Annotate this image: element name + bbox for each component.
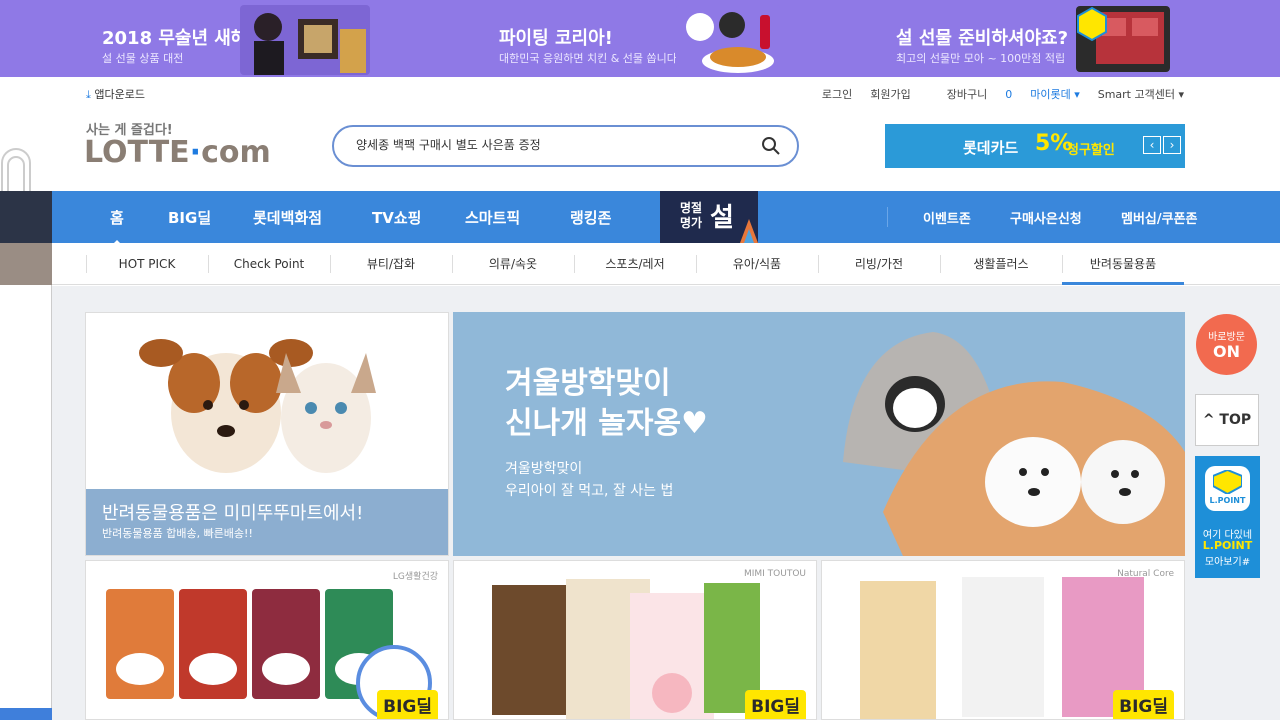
lpoint-name: L.POINT [1209,496,1246,505]
visit-on-label: 바로방문 [1208,332,1245,343]
pets-caption: 반려동물용품은 미미뚜뚜마트에서! 반려동물용품 합배송, 빠른배송!! [86,489,448,555]
prev-arrow-icon[interactable]: ‹ [1143,136,1161,154]
product-tile-mimi[interactable]: MIMI TOUTOU BIG딜 [453,560,817,720]
promo-item-newyear[interactable]: 2018 무술년 새해 설 선물 상품 대전 [0,0,420,77]
subnav-check-point[interactable]: Check Point [208,243,330,285]
promo-gift-image [240,5,370,75]
subnav-baby-food[interactable]: 유아/식품 [696,243,818,285]
app-download-label: 앱다운로드 [94,88,145,101]
lpoint-widget[interactable]: L.POINT 여기 다있네 L.POINT 모아보기# [1195,456,1260,578]
next-arrow-icon[interactable]: › [1163,136,1181,154]
app-download-link[interactable]: ⤓ 앱다운로드 [86,86,145,102]
cart-count: 0 [1005,88,1013,101]
lpoint-text-3: 모아보기# [1204,557,1251,568]
promo-title: 설 선물 준비하셔야죠? [896,28,1069,49]
nav-holiday-feature[interactable]: 명절 명가 설 [660,191,758,243]
promo-mascot-image [676,5,780,75]
subnav-beauty[interactable]: 뷰티/잡화 [330,243,452,285]
header: 사는 게 즐겁다! LOTTE·com 롯데카드 5% 청구할인 ‹ › [0,113,1280,191]
nav-event-zone[interactable]: 이벤트존 [923,208,971,227]
subnav-clothing[interactable]: 의류/속옷 [452,243,574,285]
promo-sub: 대한민국 응원하면 치킨 & 선물 쏩니다 [499,52,677,65]
nav-feature-label: 명절 명가 [680,201,703,230]
nav-purchase-gift[interactable]: 구매사은신청 [1010,208,1082,227]
hero-subtitle: 겨울방학맞이 우리아이 잘 먹고, 잘 사는 법 [505,461,674,499]
subnav-pets[interactable]: 반려동물용품 [1062,243,1184,285]
cart-link[interactable]: 장바구니 0 [929,86,1012,102]
nav-ranking[interactable]: 랭킹존 [570,207,611,228]
bigdeal-badge: BIG딜 [1113,690,1174,719]
nav-smartpick[interactable]: 스마트픽 [465,207,520,228]
left-strip-blue [0,708,52,720]
left-strip-dark [0,191,52,243]
subnav-living[interactable]: 리빙/가전 [818,243,940,285]
visit-on-title: ON [1213,342,1240,361]
my-lotte-link[interactable]: 마이롯데 ▾ [1030,86,1080,102]
nav-department[interactable]: 롯데백화점 [253,207,322,228]
hero-banner[interactable]: 겨울방학맞이 신나개 놀자옹♥ 겨울방학맞이 우리아이 잘 먹고, 잘 사는 법 [453,312,1185,556]
lpoint-text-2: L.POINT [1202,539,1253,552]
download-icon: ⤓ [86,88,91,101]
subnav-sports[interactable]: 스포츠/레저 [574,243,696,285]
left-decoration-icon [0,148,31,191]
customer-center-link[interactable]: Smart 고객센터 ▾ [1098,86,1184,102]
product-tile-naturalcore[interactable]: Natural Core BIG딜 [821,560,1185,720]
puppies-image [843,332,1185,556]
product-brand: LG생활건강 [392,572,438,582]
search-box [332,125,799,167]
lpoint-shield-icon [1213,470,1242,494]
promo-item-korea[interactable]: 파이팅 코리아! 대한민국 응원하면 치킨 & 선물 쏩니다 [420,0,840,77]
dog-cat-image [86,313,448,493]
logo-text-a: LOTTE [84,135,190,170]
subnav-hot-pick[interactable]: HOT PICK [86,243,208,285]
promo-item-gift[interactable]: 설 선물 준비하셔야죠? 최고의 선물만 모아 ~ 100만점 적립 [840,0,1280,77]
category-subnav: HOT PICK Check Point 뷰티/잡화 의류/속옷 스포츠/레저 … [52,243,1280,285]
card-banner-text: 롯데카드 [963,139,1019,157]
nav-bigdeal[interactable]: BIG딜 [168,207,211,228]
lotte-card-banner[interactable]: 롯데카드 5% 청구할인 ‹ › [885,124,1185,168]
promo-title: 파이팅 코리아! [499,28,613,49]
promo-banner: 2018 무술년 새해 설 선물 상품 대전 파이팅 코리아! 대한민국 응원하… [0,0,1280,77]
pets-caption-title: 반려동물용품은 미미뚜뚜마트에서! [102,503,364,524]
main-nav: 홈 BIG딜 롯데백화점 TV쇼핑 스마트픽 랭킹존 명절 명가 설 이벤트존 … [52,191,1280,246]
bigdeal-badge: BIG딜 [377,690,438,719]
subnav-life-plus[interactable]: 생활플러스 [940,243,1062,285]
cart-label: 장바구니 [946,88,988,101]
utility-bar: ⤓ 앱다운로드 로그인 회원가입 장바구니 0 마이롯데 ▾ Smart 고객센터… [0,77,1280,113]
scroll-top-button[interactable]: ^ TOP [1195,394,1259,446]
signup-link[interactable]: 회원가입 [870,86,910,102]
hero-title: 겨울방학맞이 신나개 놀자옹♥ [505,366,708,441]
nav-membership[interactable]: 멤버십/쿠폰존 [1121,208,1198,227]
logo-text-b: com [201,135,271,170]
search-icon[interactable] [761,136,781,156]
search-input[interactable] [356,137,736,151]
login-link[interactable]: 로그인 [822,86,852,102]
promo-sub: 최고의 선물만 모아 ~ 100만점 적립 [896,52,1066,65]
nav-separator [887,207,888,227]
product-tile-lg[interactable]: LG생활건강 BIG딜 [85,560,449,720]
nav-tvshop[interactable]: TV쇼핑 [372,207,421,228]
nav-feature-title: 설 [710,203,734,233]
promo-title: 2018 무술년 새해 [102,28,248,49]
pets-caption-sub: 반려동물용품 합배송, 빠른배송!! [102,527,253,540]
pets-promo-card[interactable]: 반려동물용품은 미미뚜뚜마트에서! 반려동물용품 합배송, 빠른배송!! [85,312,449,556]
left-strip-brown [0,243,52,285]
nav-home[interactable]: 홈 [110,207,124,246]
promo-sub: 설 선물 상품 대전 [102,52,184,65]
lotte-logo[interactable]: LOTTE·com [84,135,271,170]
bigdeal-badge: BIG딜 [745,690,806,719]
util-links: 로그인 회원가입 장바구니 0 마이롯데 ▾ Smart 고객센터 ▾ [804,86,1184,102]
visit-on-button[interactable]: 바로방문 ON [1196,314,1257,375]
logo-dot: · [189,135,202,170]
feature-deco-icon [740,219,758,243]
promo-meat-image [1076,6,1170,72]
card-banner-sub: 청구할인 [1067,143,1115,158]
card-banner-arrows: ‹ › [1141,136,1181,154]
